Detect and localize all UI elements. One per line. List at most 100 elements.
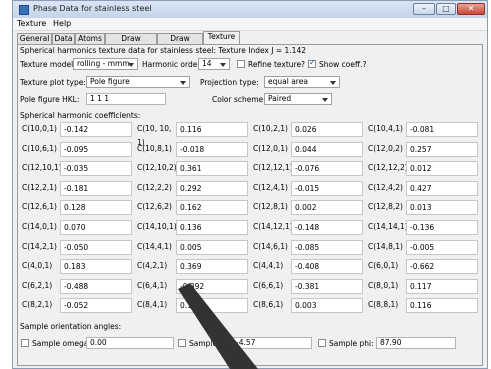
coefficient-value-input[interactable]: 0.183 [60,259,132,275]
coefficient-label: C(8,6,1) [253,300,284,310]
coefficient-label: C(10,2,1) [253,124,288,133]
coefficient-value-input[interactable]: 0.044 [291,141,363,157]
coefficient-label: C(10,6,1) [22,143,57,153]
refine-texture-checkbox[interactable] [237,60,245,68]
tab-atoms[interactable]: Atoms [75,33,105,44]
tab-draw-atoms[interactable]: Draw Atoms [157,33,203,53]
coefficient-value-input[interactable]: -0.488 [60,278,132,294]
coefficient-label: C(12,12,1) [253,163,293,173]
color-scheme-select[interactable]: Paired [264,93,332,105]
pole-figure-hkl-input[interactable]: 1 1 1 [86,93,166,105]
coefficient-label: C(14,0,1) [22,222,57,231]
chevron-down-icon [330,81,336,85]
projection-type-label: Projection type: [200,78,259,87]
sample-chi-label: Sample chi: [189,339,233,348]
coefficient-label: C(8,2,1) [22,300,53,310]
coefficient-value-input[interactable]: -0.142 [60,122,132,137]
sample-phi-checkbox[interactable] [318,339,326,347]
coefficient-value-input[interactable]: 0.012 [406,161,478,177]
coefficient-label: C(12,2,1) [22,182,57,192]
coefficient-value-input[interactable]: 0.026 [291,122,363,137]
coefficient-value-input[interactable]: -0.015 [291,180,363,196]
coefficient-value-input[interactable]: 0.257 [406,141,478,157]
coefficient-value-input[interactable]: 0.116 [406,298,478,314]
sample-omega-input[interactable]: 0.00 [86,337,174,349]
coefficient-value-input[interactable]: -0.035 [60,161,132,177]
coefficient-value-input[interactable]: -0.081 [406,122,478,137]
sample-omega-checkbox[interactable] [21,339,29,347]
coefficient-value-input[interactable]: 0.369 [176,259,248,275]
coefficient-value-input[interactable]: -0.076 [291,161,363,177]
maximize-icon: □ [442,4,450,13]
coefficient-label: C(14,4,1) [137,241,172,251]
coefficient-value-input[interactable]: -0.018 [176,141,248,157]
tab-general[interactable]: General [17,33,52,44]
coefficient-value-input[interactable]: -0.181 [60,180,132,196]
coefficient-label: C(8,0,1) [368,280,399,290]
coefficient-value-input[interactable]: -0.095 [60,141,132,157]
coefficient-value-input[interactable]: 0.361 [176,161,248,177]
coefficient-value-input[interactable]: 0.427 [406,180,478,196]
coefficient-value-input[interactable]: -0.052 [60,298,132,314]
coefficient-value-input[interactable]: -0.408 [291,259,363,275]
coefficient-label: C(12,0,2) [368,143,403,153]
sample-chi-checkbox[interactable] [178,339,186,347]
coefficient-value-input[interactable]: -0.136 [406,220,478,235]
coefficient-value-input[interactable]: -0.085 [291,239,363,255]
title-bar[interactable]: Phase Data for stainless steel – □ ✕ [13,1,487,19]
chevron-down-icon [128,63,134,67]
menu-texture[interactable]: Texture [17,19,46,28]
coefficient-label: C(10,4,1) [368,124,403,133]
tab-data[interactable]: Data [52,33,75,44]
coefficient-label: C(10,8,1) [137,143,172,153]
coefficient-value-input[interactable]: 0.111 [176,298,248,314]
coefficient-value-input[interactable]: -0.381 [291,278,363,294]
plot-type-select[interactable]: Pole figure [86,76,190,88]
harmonic-order-label: Harmonic order: [142,60,203,69]
coefficient-value-input[interactable]: 0.128 [60,200,132,216]
coefficient-value-input[interactable]: -0.148 [291,220,363,235]
texture-summary: Spherical harmonics texture data for sta… [20,46,306,55]
texture-model-select[interactable]: rolling - mmm [73,58,138,70]
coefficient-label: C(12,2,2) [137,182,172,192]
orientation-header: Sample orientation angles: [20,322,122,331]
coefficient-label: C(12,6,2) [137,202,172,212]
chevron-down-icon [220,63,226,67]
harmonic-order-select[interactable]: 14 [198,58,230,70]
sample-omega-label: Sample omega: [32,339,91,348]
coefficient-label: C(6,0,1) [368,261,399,271]
app-icon [19,5,29,15]
projection-type-select[interactable]: equal area [264,76,340,88]
plot-type-label: Texture plot type: [20,78,86,87]
coefficient-value-input[interactable]: 0.003 [291,298,363,314]
coefficient-value-input[interactable]: 0.002 [291,200,363,216]
coefficient-label: C(4,4,1) [253,261,284,271]
coefficient-value-input[interactable]: -0.662 [406,259,478,275]
sample-chi-input[interactable]: -4.57 [232,337,312,349]
coefficient-value-input[interactable]: -0.050 [60,239,132,255]
coefficient-value-input[interactable]: 0.162 [176,200,248,216]
coefficient-value-input[interactable]: 0.005 [176,239,248,255]
sample-phi-input[interactable]: 87.90 [376,337,456,349]
menu-help[interactable]: Help [53,19,71,28]
coefficients-header: Spherical harmonic coefficients: [20,111,141,120]
coefficient-value-input[interactable]: 0.013 [406,200,478,216]
minimize-icon: – [422,4,426,13]
close-button[interactable]: ✕ [457,3,485,15]
coefficient-value-input[interactable]: 0.136 [176,220,248,235]
maximize-button[interactable]: □ [436,3,456,15]
tab-texture[interactable]: Texture [203,31,240,44]
minimize-button[interactable]: – [413,3,435,15]
show-coeff-checkbox[interactable] [308,58,316,68]
tab-draw-options[interactable]: Draw Options [105,33,157,53]
coefficient-value-input[interactable]: 0.116 [176,122,248,137]
sample-phi-label: Sample phi: [329,339,374,348]
coefficient-value-input[interactable]: 0.292 [176,180,248,196]
coefficient-value-input[interactable]: 0.070 [60,220,132,235]
coefficient-value-input[interactable]: 0.117 [406,278,478,294]
color-scheme-label: Color scheme [212,95,264,104]
menu-bar: Texture Help [13,18,487,31]
close-icon: ✕ [467,4,475,13]
coefficient-value-input[interactable]: -0.392 [176,278,248,294]
coefficient-value-input[interactable]: -0.005 [406,239,478,255]
